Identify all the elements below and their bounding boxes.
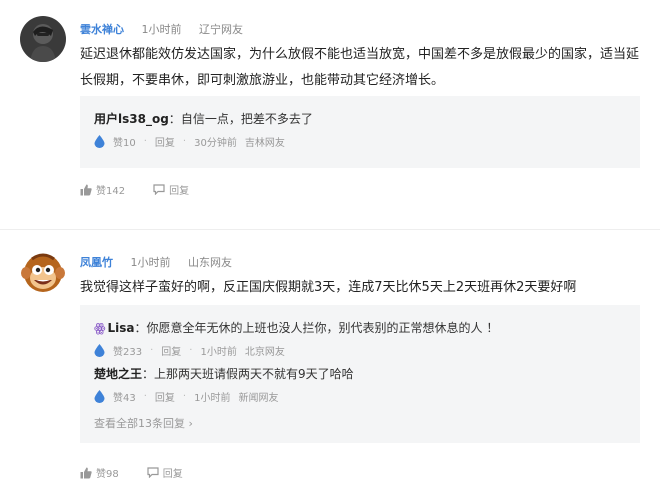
comment-time: 1小时前 bbox=[141, 23, 182, 36]
reply-item: 用户ls38_og：自信一点，把差不多去了 赞10 · 回复 · 30分钟前 吉… bbox=[94, 110, 624, 149]
comment-meta: 雲水禅心 1小时前 辽宁网友 bbox=[80, 21, 257, 37]
like-button[interactable]: 赞142 bbox=[80, 182, 125, 197]
like-count: 赞142 bbox=[96, 186, 126, 197]
avatar-image bbox=[20, 249, 66, 295]
comment-feed: 雲水禅心 1小时前 辽宁网友 延迟退休都能效仿发达国家，为什么放假不能也适当放宽… bbox=[0, 0, 660, 500]
thumbs-up-icon bbox=[80, 184, 92, 195]
comment-actions: 赞142 回复 bbox=[80, 182, 217, 197]
reply-button[interactable]: 回复 bbox=[153, 182, 189, 197]
comment-text: 我觉得这样子蛮好的啊，反正国庆假期就3天，连成7天比休5天上2天班再休2天要好啊 bbox=[80, 280, 577, 295]
reply-username[interactable]: Lisa bbox=[108, 321, 135, 335]
reply-item: ꙮ Lisa：你愿意全年无休的上班也没人拦你，别代表别的正常想休息的人 ！ 赞23… bbox=[94, 319, 624, 358]
comment-location: 山东网友 bbox=[188, 256, 232, 269]
reply-reply-link[interactable]: 回复 bbox=[161, 343, 181, 358]
reply-time: 1小时前 bbox=[194, 393, 231, 404]
reply-reply-link[interactable]: 回复 bbox=[155, 134, 175, 149]
separator: · bbox=[182, 136, 187, 147]
separator: · bbox=[189, 345, 193, 356]
comment-location: 辽宁网友 bbox=[199, 23, 243, 36]
reply-likes[interactable]: 赞43 bbox=[113, 389, 136, 404]
reply-meta: 赞10 · 回复 · 30分钟前 吉林网友 bbox=[94, 134, 624, 149]
like-count: 赞98 bbox=[96, 469, 119, 480]
comment-username[interactable]: 雲水禅心 bbox=[80, 23, 124, 36]
speech-bubble-icon bbox=[153, 184, 165, 195]
reply-colon: ： bbox=[134, 321, 147, 335]
comment-divider bbox=[0, 229, 660, 230]
reply-likes[interactable]: 赞10 bbox=[113, 134, 136, 149]
water-drop-icon[interactable] bbox=[94, 390, 105, 403]
reply-text-line: 用户ls38_og：自信一点，把差不多去了 bbox=[94, 110, 624, 128]
avatar[interactable] bbox=[20, 16, 66, 62]
avatar-image bbox=[20, 16, 66, 62]
comment-meta: 凤凰竹 1小时前 山东网友 bbox=[80, 254, 246, 270]
reply-location: 新闻网友 bbox=[238, 393, 279, 404]
water-drop-icon[interactable] bbox=[94, 135, 105, 148]
comment-username[interactable]: 凤凰竹 bbox=[80, 256, 113, 269]
user-badge-icon: ꙮ bbox=[94, 321, 106, 335]
reply-time: 1小时前 bbox=[200, 347, 237, 358]
reply-button[interactable]: 回复 bbox=[147, 465, 183, 480]
reply-time: 30分钟前 bbox=[194, 138, 237, 149]
reply-colon: ： bbox=[168, 112, 181, 126]
separator: · bbox=[182, 391, 187, 402]
comment-actions: 赞98 回复 bbox=[80, 465, 211, 480]
water-drop-icon[interactable] bbox=[94, 344, 105, 357]
reply-location: 吉林网友 bbox=[244, 138, 285, 149]
reply-text: 你愿意全年无休的上班也没人拦你，别代表别的正常想休息的人 ！ bbox=[146, 321, 499, 335]
reply-username[interactable]: 楚地之王 bbox=[94, 367, 142, 381]
chevron-right-icon: › bbox=[188, 417, 193, 430]
comment-text: 延迟退休都能效仿发达国家，为什么放假不能也适当放宽，中国差不多是放假最少的国家，… bbox=[80, 47, 640, 88]
reply-label: 回复 bbox=[162, 469, 183, 480]
separator: · bbox=[143, 391, 147, 402]
reply-box: ꙮ Lisa：你愿意全年无休的上班也没人拦你，别代表别的正常想休息的人 ！ 赞23… bbox=[80, 305, 640, 443]
separator: · bbox=[143, 136, 147, 147]
like-button[interactable]: 赞98 bbox=[80, 465, 119, 480]
separator: · bbox=[150, 345, 154, 356]
reply-label: 回复 bbox=[169, 186, 190, 197]
speech-bubble-icon bbox=[147, 467, 159, 478]
reply-text-line: 楚地之王：上那两天班请假两天不就有9天了哈哈 bbox=[94, 365, 624, 383]
view-all-label: 查看全部13条回复 bbox=[94, 417, 185, 430]
reply-box: 用户ls38_og：自信一点，把差不多去了 赞10 · 回复 · 30分钟前 吉… bbox=[80, 96, 640, 168]
reply-text: 上那两天班请假两天不就有9天了哈哈 bbox=[154, 367, 354, 381]
reply-meta: 赞233 · 回复 · 1小时前 北京网友 bbox=[94, 343, 624, 358]
view-all-replies-link[interactable]: 查看全部13条回复 › bbox=[94, 415, 193, 431]
reply-colon: ： bbox=[142, 367, 155, 381]
reply-text: 自信一点，把差不多去了 bbox=[180, 112, 313, 126]
reply-text-line: ꙮ Lisa：你愿意全年无休的上班也没人拦你，别代表别的正常想休息的人 ！ bbox=[94, 319, 624, 337]
comment-time: 1小时前 bbox=[130, 256, 171, 269]
reply-reply-link[interactable]: 回复 bbox=[155, 389, 175, 404]
reply-location: 北京网友 bbox=[244, 347, 285, 358]
reply-meta: 赞43 · 回复 · 1小时前 新闻网友 bbox=[94, 389, 624, 404]
reply-username[interactable]: 用户ls38_og bbox=[94, 112, 169, 126]
avatar[interactable] bbox=[20, 249, 66, 295]
reply-item: 楚地之王：上那两天班请假两天不就有9天了哈哈 赞43 · 回复 · 1小时前 新… bbox=[94, 365, 624, 404]
reply-likes[interactable]: 赞233 bbox=[113, 343, 142, 358]
thumbs-up-icon bbox=[80, 467, 92, 478]
